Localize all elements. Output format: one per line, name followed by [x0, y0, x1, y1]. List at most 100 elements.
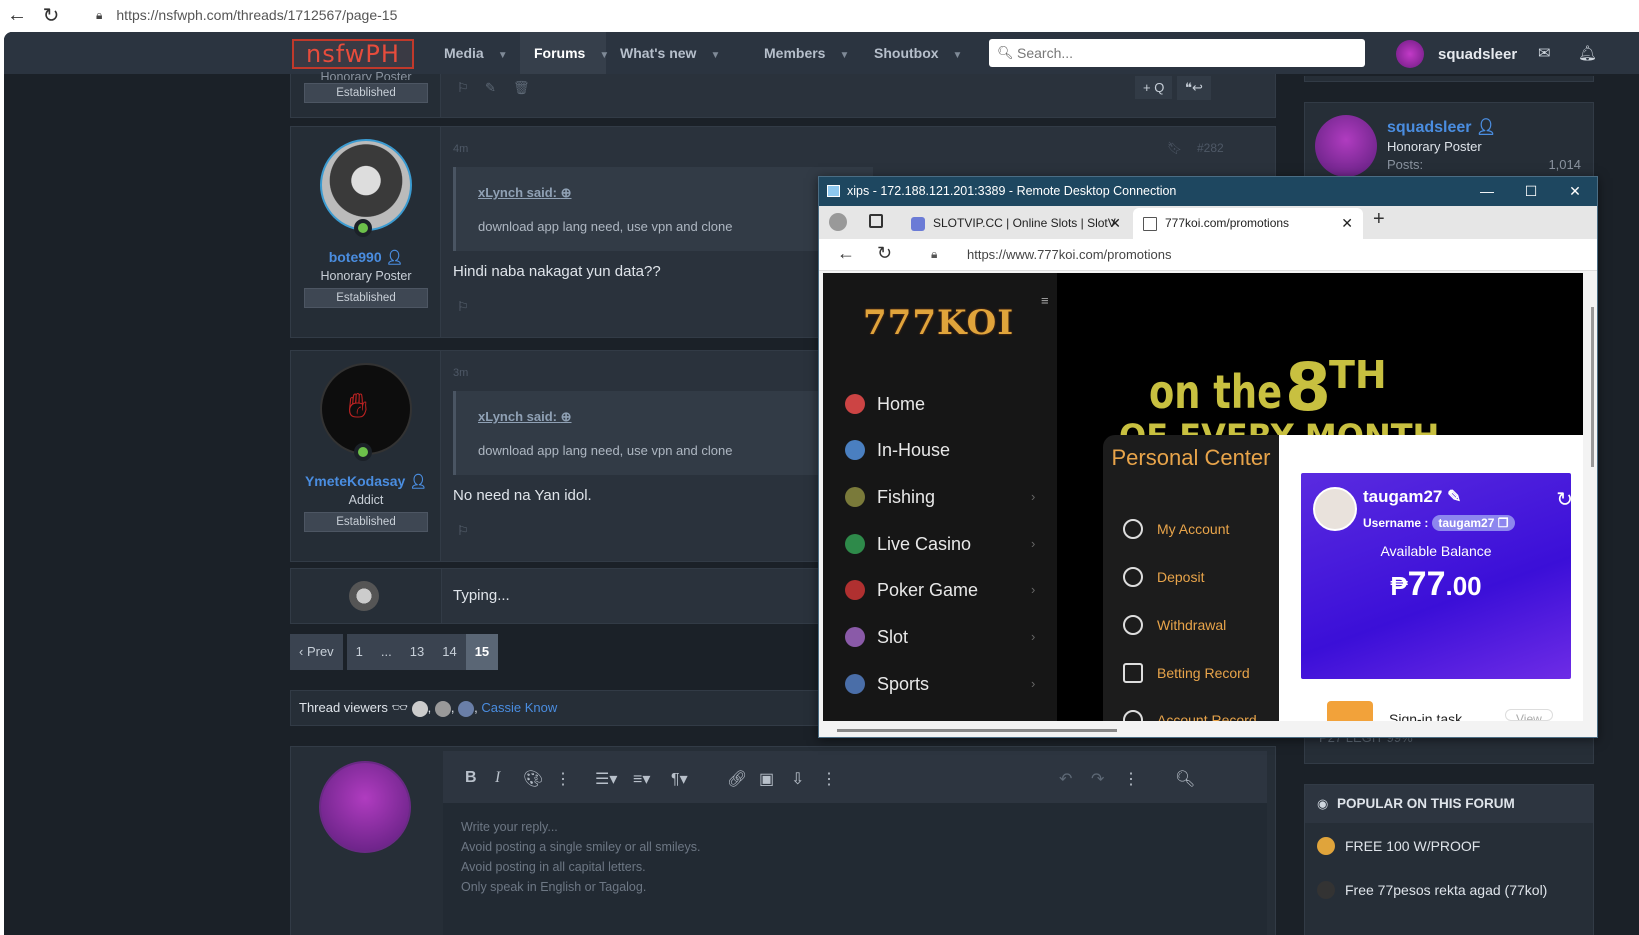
- avatar[interactable]: [434, 700, 451, 717]
- link-icon[interactable]: 🔗︎: [727, 769, 747, 789]
- koi-nav-inhouse[interactable]: In-House: [845, 433, 950, 467]
- reload-icon[interactable]: ↻: [877, 243, 892, 264]
- flag-icon[interactable]: ⚐: [457, 523, 469, 539]
- quote-author[interactable]: xLynch said: ⊕: [478, 185, 572, 201]
- arrow-up-circle-icon[interactable]: ⊕: [561, 185, 572, 200]
- koi-nav-home[interactable]: Home: [845, 387, 925, 421]
- inbox-icon[interactable]: ✉: [1538, 44, 1551, 62]
- prev-page-button[interactable]: ‹ Prev: [290, 634, 343, 670]
- koi-nav-fishing[interactable]: Fishing ›: [845, 480, 1055, 514]
- remote-desktop-titlebar[interactable]: xips - 172.188.121.201:3389 - Remote Des…: [819, 177, 1597, 206]
- koi-nav-live-casino[interactable]: Live Casino ›: [845, 527, 1055, 561]
- refresh-icon[interactable]: ↻: [1556, 487, 1573, 512]
- post-number[interactable]: #282: [1197, 141, 1224, 155]
- popular-item[interactable]: Free 77pesos rekta agad (77kol): [1317, 881, 1547, 899]
- delete-icon[interactable]: 🗑︎: [513, 80, 530, 96]
- minimize-icon[interactable]: —: [1465, 177, 1509, 206]
- italic-icon[interactable]: I: [495, 769, 500, 787]
- post-time[interactable]: 3m: [453, 367, 468, 379]
- maximize-icon[interactable]: ☐: [1509, 177, 1553, 206]
- site-logo[interactable]: nsfwPH: [292, 39, 414, 69]
- avatar[interactable]: [411, 700, 428, 717]
- nav-members[interactable]: Members ▼: [750, 32, 860, 74]
- bell-icon[interactable]: 🔔︎: [1578, 44, 1597, 62]
- more-icon[interactable]: ⋮: [821, 769, 837, 789]
- chevron-down-icon[interactable]: ▼: [498, 50, 508, 61]
- back-icon[interactable]: ←: [0, 4, 34, 27]
- username-value[interactable]: taugam27 ❐: [1432, 515, 1515, 531]
- remote-desktop-window[interactable]: xips - 172.188.121.201:3389 - Remote Des…: [818, 176, 1598, 738]
- vertical-scrollbar[interactable]: [1591, 307, 1594, 467]
- flag-icon[interactable]: ⚐: [457, 299, 469, 315]
- current-page[interactable]: 15: [465, 634, 499, 670]
- close-tab-icon[interactable]: ✕: [1109, 208, 1121, 239]
- align-icon[interactable]: ≡▾: [633, 769, 650, 789]
- flag-icon[interactable]: ⚐: [457, 80, 469, 96]
- koi-nav-slot[interactable]: Slot ›: [845, 620, 1055, 654]
- pc-item-account-record[interactable]: Account Record: [1123, 710, 1257, 721]
- koi-nav-poker[interactable]: Poker Game ›: [845, 573, 1055, 607]
- close-icon[interactable]: ✕: [1553, 177, 1597, 206]
- chevron-down-icon[interactable]: ▼: [839, 50, 849, 61]
- sidebar-username[interactable]: squadsleer 👤︎: [1387, 117, 1496, 137]
- close-tab-icon[interactable]: ✕: [1341, 208, 1353, 239]
- search-input[interactable]: 🔍︎ Search...: [989, 39, 1365, 67]
- koi-nav-sports[interactable]: Sports ›: [845, 667, 1055, 701]
- horizontal-scrollbar[interactable]: [837, 729, 1117, 732]
- avatar[interactable]: [458, 700, 475, 717]
- pc-item-my-account[interactable]: My Account: [1123, 519, 1229, 539]
- preview-icon[interactable]: 🔍︎: [1175, 769, 1195, 789]
- view-button[interactable]: View: [1505, 709, 1553, 721]
- nav-whats-new[interactable]: What's new ▼: [606, 32, 750, 74]
- popular-item[interactable]: FREE 100 W/PROOF: [1317, 837, 1480, 855]
- quote-author[interactable]: xLynch said: ⊕: [478, 409, 572, 425]
- more-icon[interactable]: ⋮: [1123, 769, 1139, 789]
- nav-media[interactable]: Media ▼: [430, 32, 520, 74]
- chevron-down-icon[interactable]: ▼: [710, 50, 720, 61]
- insert-icon[interactable]: ⇩: [791, 769, 804, 789]
- post-time[interactable]: 4m: [453, 143, 468, 155]
- quote-button[interactable]: + Q: [1135, 76, 1173, 99]
- post-author[interactable]: bote990 👤︎: [291, 249, 441, 266]
- back-icon[interactable]: ←: [837, 243, 855, 264]
- bookmark-icon[interactable]: 🔖︎: [1167, 141, 1182, 155]
- nav-shoutbox[interactable]: Shoutbox ▼: [860, 32, 980, 74]
- page-ellipsis[interactable]: ...: [371, 634, 401, 670]
- tab-actions-icon[interactable]: [869, 214, 883, 228]
- page-link[interactable]: 13: [400, 634, 434, 670]
- avatar[interactable]: [320, 139, 412, 231]
- avatar[interactable]: [1315, 115, 1377, 177]
- tab-slotvip[interactable]: SLOTVIP.CC | Online Slots | SlotV ✕: [901, 208, 1131, 239]
- page-link[interactable]: 14: [433, 634, 466, 670]
- promo-banner[interactable]: on the 8 TH OF EVERY MONTH: [1059, 273, 1583, 437]
- edge-url[interactable]: https://www.777koi.com/promotions: [967, 247, 1171, 262]
- chevron-down-icon[interactable]: ▼: [953, 50, 963, 61]
- list-icon[interactable]: ☰▾: [595, 769, 617, 789]
- redo-icon[interactable]: ↷: [1091, 769, 1104, 789]
- page-link[interactable]: 1: [346, 634, 372, 670]
- more-icon[interactable]: ⋮: [555, 769, 571, 789]
- edit-icon[interactable]: ✎: [1447, 487, 1461, 506]
- tab-777koi[interactable]: 777koi.com/promotions ✕: [1133, 208, 1363, 239]
- copy-icon[interactable]: ❐: [1498, 516, 1509, 530]
- profile-icon[interactable]: [829, 213, 847, 231]
- arrow-up-circle-icon[interactable]: ⊕: [561, 409, 572, 424]
- signin-task[interactable]: Sign-in task: [1389, 711, 1462, 721]
- edit-icon[interactable]: ✎: [485, 80, 496, 96]
- menu-icon[interactable]: ≡: [1041, 293, 1049, 308]
- image-icon[interactable]: ▣: [759, 769, 774, 789]
- new-tab-icon[interactable]: +: [1373, 208, 1385, 231]
- address-bar[interactable]: 🔒︎ https://nsfwph.com/threads/1712567/pa…: [86, 1, 1626, 29]
- viewer-link[interactable]: Cassie Know: [481, 700, 557, 715]
- nav-forums[interactable]: Forums ▼: [520, 32, 609, 74]
- account-menu[interactable]: squadsleer: [1396, 40, 1517, 68]
- pc-item-withdrawal[interactable]: Withdrawal: [1123, 615, 1226, 635]
- koi-logo[interactable]: 777KOI: [863, 303, 1013, 343]
- palette-icon[interactable]: 🎨︎: [523, 769, 543, 789]
- post-author[interactable]: YmeteKodasay 👤︎: [291, 473, 441, 490]
- reply-textarea[interactable]: Write your reply... Avoid posting a sing…: [443, 803, 1267, 935]
- undo-icon[interactable]: ↶: [1059, 769, 1072, 789]
- pc-item-deposit[interactable]: Deposit: [1123, 567, 1204, 587]
- reply-icon[interactable]: ❝↩: [1177, 76, 1211, 100]
- reload-icon[interactable]: ↻: [34, 3, 68, 28]
